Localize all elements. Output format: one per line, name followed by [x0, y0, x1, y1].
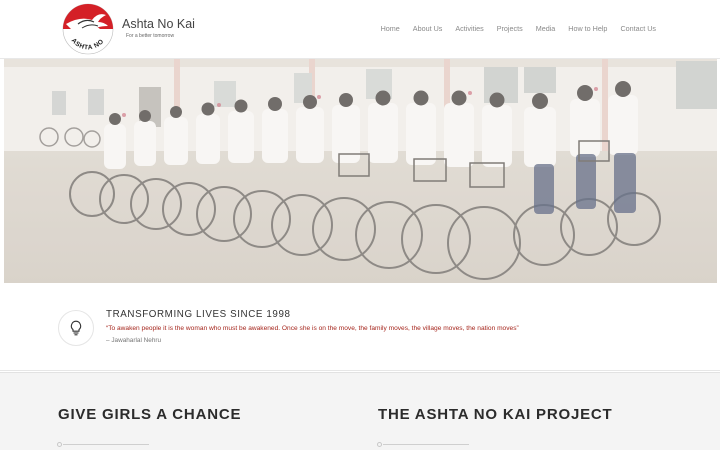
- intro-title: TRANSFORMING LIVES SINCE 1998: [106, 309, 291, 320]
- content-columns: GIVE GIRLS A CHANCE THE ASHTA NO KAI PRO…: [0, 372, 720, 450]
- nav-contact-us[interactable]: Contact Us: [620, 24, 656, 33]
- hero-photo: [4, 59, 717, 283]
- lightbulb-icon: [70, 320, 82, 336]
- intro-icon-circle: [58, 310, 94, 346]
- hero-photo-illustration: [4, 59, 717, 283]
- nav-how-to-help[interactable]: How to Help: [568, 24, 607, 33]
- site-logo[interactable]: ASHTA NO KAI Ashta No Kai For a better t…: [58, 2, 198, 58]
- main-nav: Home About Us Activities Projects Media …: [368, 24, 656, 33]
- intro-section: TRANSFORMING LIVES SINCE 1998 “To awaken…: [0, 283, 720, 371]
- intro-attribution: – Jawaharlal Nehru: [106, 337, 162, 344]
- nav-home[interactable]: Home: [381, 24, 400, 33]
- nav-media[interactable]: Media: [536, 24, 556, 33]
- site-header: ASHTA NO KAI Ashta No Kai For a better t…: [0, 0, 720, 59]
- nav-projects[interactable]: Projects: [497, 24, 523, 33]
- section-title-project: THE ASHTA NO KAI PROJECT: [378, 406, 613, 423]
- brand-name: Ashta No Kai: [122, 17, 195, 31]
- section-title-give-girls: GIVE GIRLS A CHANCE: [58, 406, 242, 423]
- nav-activities[interactable]: Activities: [455, 24, 483, 33]
- intro-quote: “To awaken people it is the woman who mu…: [106, 325, 519, 332]
- logo-emblem-icon: ASHTA NO KAI: [60, 2, 114, 55]
- brand-tagline: For a better tomorrow: [126, 33, 175, 39]
- nav-about-us[interactable]: About Us: [413, 24, 443, 33]
